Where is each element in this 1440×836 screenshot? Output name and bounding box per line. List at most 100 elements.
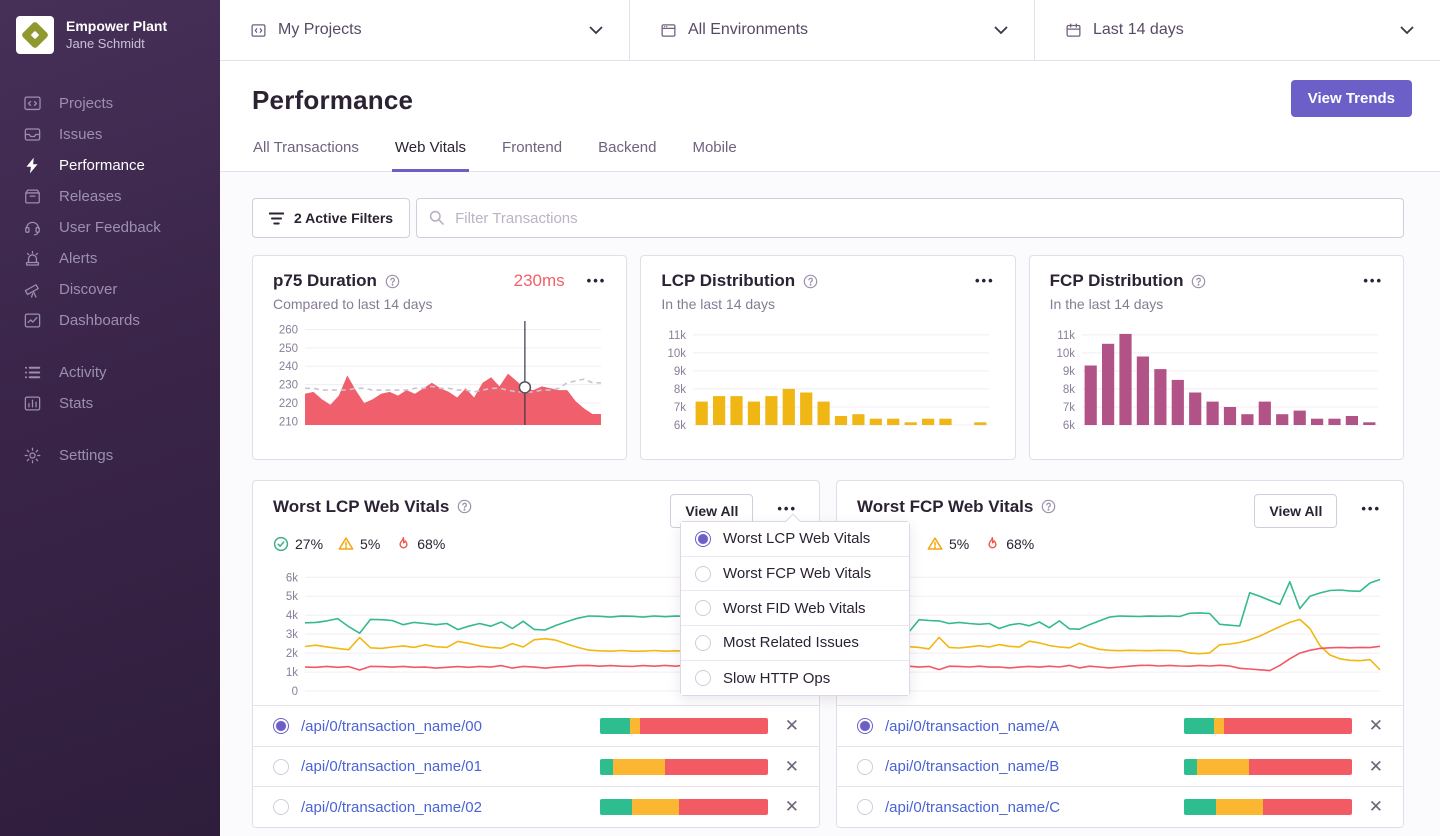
stats-icon	[24, 396, 41, 411]
transaction-row: /api/0/transaction_name/02 ✕	[253, 786, 819, 827]
alerts-icon	[25, 250, 40, 266]
transaction-link[interactable]: /api/0/transaction_name/01	[301, 758, 482, 775]
sidebar-item-alerts[interactable]: Alerts	[0, 243, 220, 274]
environment-selector[interactable]: All Environments	[630, 0, 1035, 60]
sidebar-item-dashboards[interactable]: Dashboards	[0, 305, 220, 336]
row-radio[interactable]	[273, 799, 289, 816]
card-menu-button[interactable]: •••	[1361, 502, 1381, 515]
sidebar: Empower Plant Jane Schmidt Projects Issu…	[0, 0, 220, 836]
row-radio[interactable]	[273, 758, 289, 775]
tab-mobile[interactable]: Mobile	[689, 139, 739, 172]
svg-text:230: 230	[279, 380, 298, 392]
menu-item-label: Most Related Issues	[723, 634, 859, 652]
menu-item-most-related-issues[interactable]: Most Related Issues	[681, 626, 909, 661]
sidebar-item-releases[interactable]: Releases	[0, 181, 220, 212]
tab-backend[interactable]: Backend	[595, 139, 659, 172]
menu-item-worst-lcp[interactable]: Worst LCP Web Vitals	[681, 522, 909, 557]
project-selector[interactable]: My Projects	[220, 0, 630, 60]
sidebar-item-projects[interactable]: Projects	[0, 88, 220, 119]
vitals-distribution-bar	[599, 718, 768, 735]
meh-rate: 5%	[949, 536, 970, 552]
menu-item-label: Worst FID Web Vitals	[723, 599, 866, 617]
user-name: Jane Schmidt	[66, 35, 145, 51]
svg-text:4k: 4k	[286, 610, 298, 622]
active-filters-label: 2 Active Filters	[294, 210, 394, 226]
card-menu-button[interactable]: •••	[777, 502, 797, 515]
menu-item-worst-fid[interactable]: Worst FID Web Vitals	[681, 591, 909, 627]
date-range-selector[interactable]: Last 14 days	[1035, 0, 1440, 60]
chevron-down-icon	[589, 26, 603, 34]
help-icon[interactable]	[803, 274, 818, 289]
flame-icon	[988, 536, 997, 549]
poor-badge: 68%	[984, 536, 1034, 552]
empower-plant-logo-icon	[20, 20, 50, 50]
flame-icon	[399, 536, 408, 549]
transaction-link[interactable]: /api/0/transaction_name/B	[885, 758, 1059, 775]
settings-icon	[24, 447, 41, 464]
tab-frontend[interactable]: Frontend	[499, 139, 565, 172]
meh-rate: 5%	[360, 536, 381, 552]
card-menu-button[interactable]: •••	[587, 274, 607, 287]
help-icon[interactable]	[1191, 274, 1206, 289]
row-radio[interactable]	[857, 799, 873, 816]
card-menu-button[interactable]: •••	[975, 274, 995, 287]
lcp-distribution-card: LCP Distribution ••• In the last 14 days…	[640, 255, 1016, 460]
calendar-icon	[1066, 22, 1081, 37]
sidebar-item-label: Performance	[59, 157, 145, 174]
transaction-link[interactable]: /api/0/transaction_name/02	[301, 799, 482, 816]
filter-row: 2 Active Filters	[252, 198, 1404, 238]
active-filters-button[interactable]: 2 Active Filters	[252, 198, 411, 238]
card-menu-button[interactable]: •••	[1363, 274, 1383, 287]
fcp-distribution-card: FCP Distribution ••• In the last 14 days…	[1028, 255, 1404, 460]
sidebar-item-label: Settings	[59, 447, 114, 464]
transaction-link[interactable]: /api/0/transaction_name/A	[885, 718, 1059, 735]
close-icon[interactable]: ✕	[785, 758, 799, 775]
card-title: p75 Duration	[273, 271, 377, 290]
menu-item-slow-http-ops[interactable]: Slow HTTP Ops	[681, 660, 909, 696]
sidebar-item-settings[interactable]: Settings	[0, 440, 220, 471]
warning-triangle-icon	[927, 537, 943, 550]
activity-icon	[24, 366, 41, 379]
performance-icon	[26, 157, 38, 174]
view-trends-button[interactable]: View Trends	[1290, 80, 1412, 117]
sidebar-item-performance[interactable]: Performance	[0, 150, 220, 181]
sidebar-item-stats[interactable]: Stats	[0, 388, 220, 419]
close-icon[interactable]: ✕	[785, 798, 799, 815]
close-icon[interactable]: ✕	[1369, 798, 1383, 815]
tab-all-transactions[interactable]: All Transactions	[250, 139, 362, 172]
row-radio[interactable]	[857, 758, 873, 775]
sidebar-item-user-feedback[interactable]: User Feedback	[0, 212, 220, 243]
org-switcher[interactable]: Empower Plant Jane Schmidt	[0, 0, 220, 64]
svg-text:5k: 5k	[286, 591, 298, 603]
help-icon[interactable]	[385, 274, 400, 289]
sidebar-item-discover[interactable]: Discover	[0, 274, 220, 305]
help-icon[interactable]	[457, 499, 472, 514]
transaction-link[interactable]: /api/0/transaction_name/00	[301, 718, 482, 735]
close-icon[interactable]: ✕	[1369, 717, 1383, 734]
worst-fcp-chart: 01k2k3k4k5k6k	[870, 572, 1381, 698]
row-radio[interactable]	[857, 718, 873, 735]
sidebar-item-activity[interactable]: Activity	[0, 357, 220, 388]
svg-text:0: 0	[292, 686, 298, 698]
svg-text:8k: 8k	[674, 384, 686, 396]
tab-web-vitals[interactable]: Web Vitals	[391, 139, 470, 172]
search-input[interactable]	[416, 198, 1404, 238]
transaction-link[interactable]: /api/0/transaction_name/C	[885, 799, 1060, 816]
card-subtitle: In the last 14 days	[1049, 296, 1164, 312]
page-header: Performance View Trends All Transactions…	[220, 61, 1440, 172]
help-icon[interactable]	[1041, 499, 1056, 514]
row-radio[interactable]	[273, 718, 289, 735]
sidebar-item-issues[interactable]: Issues	[0, 119, 220, 150]
view-all-button[interactable]: View All	[1254, 494, 1338, 528]
poor-badge: 68%	[395, 536, 445, 552]
transaction-row: /api/0/transaction_name/00 ✕	[253, 705, 819, 746]
menu-item-label: Slow HTTP Ops	[723, 669, 831, 687]
card-title: FCP Distribution	[1049, 271, 1184, 290]
close-icon[interactable]: ✕	[1369, 758, 1383, 775]
transaction-search	[416, 198, 1404, 238]
dashboards-icon	[24, 313, 41, 328]
close-icon[interactable]: ✕	[785, 717, 799, 734]
sidebar-nav: Projects Issues Performance Releases Use…	[0, 88, 220, 471]
sidebar-item-label: Activity	[59, 364, 107, 381]
menu-item-worst-fcp[interactable]: Worst FCP Web Vitals	[681, 556, 909, 592]
